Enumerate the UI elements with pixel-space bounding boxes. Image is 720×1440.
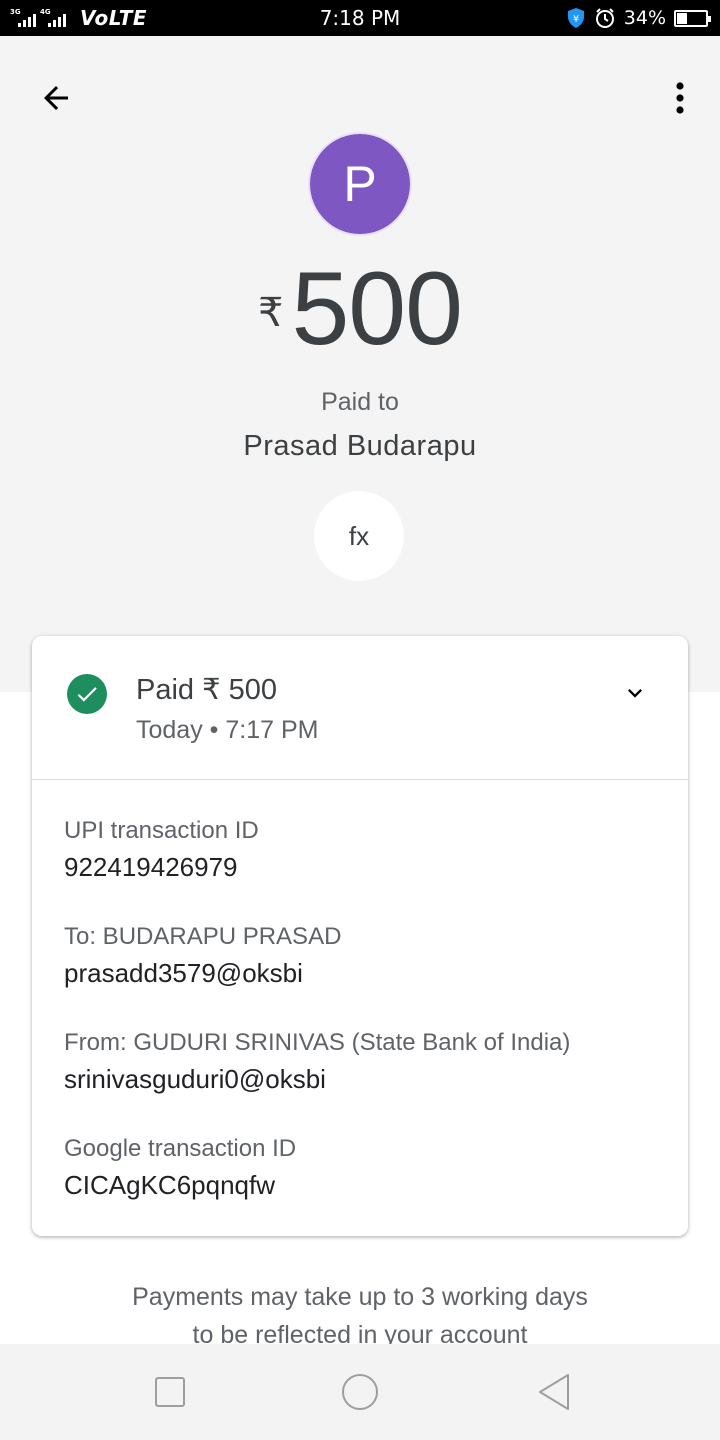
currency-symbol: ₹ (258, 291, 284, 335)
sender-detail: From: GUDURI SRINIVAS (State Bank of Ind… (64, 1028, 570, 1096)
status-right: ¥ 34% (566, 0, 711, 36)
more-options-button[interactable] (662, 72, 698, 124)
upi-transaction-id: UPI transaction ID 922419426979 (64, 816, 259, 884)
battery-percent: 34% (623, 7, 666, 29)
detail-value[interactable]: prasadd3579@oksbi (64, 956, 341, 990)
navigation-bar (0, 1344, 720, 1440)
paid-to-label: Paid to (321, 388, 399, 416)
paid-title: Paid ₹ 500 (136, 674, 277, 706)
arrow-back-icon (44, 86, 68, 110)
back-button[interactable] (30, 72, 82, 124)
detail-label: Google transaction ID (64, 1135, 297, 1162)
paid-time: Today • 7:17 PM (136, 716, 319, 744)
detail-label: From: GUDURI SRINIVAS (State Bank of Ind… (64, 1029, 571, 1056)
battery-icon (674, 9, 711, 27)
detail-value[interactable]: CICAgKC6pqnqfw (64, 1168, 296, 1202)
amount-value: 500 (291, 251, 463, 367)
recents-button[interactable] (142, 1364, 198, 1420)
nav-back-button[interactable] (526, 1364, 582, 1420)
square-icon (155, 1377, 185, 1407)
status-bar: 3G 4G VoLTE 7:18 PM ¥ 34% (0, 0, 720, 36)
avatar[interactable]: P (310, 134, 410, 234)
google-transaction-id: Google transaction ID CICAgKC6pqnqfw (64, 1134, 296, 1202)
recipient-detail: To: BUDARAPU PRASAD prasadd3579@oksbi (64, 922, 341, 990)
svg-text:¥: ¥ (573, 14, 579, 25)
payee-name: Prasad Budarapu (243, 430, 477, 462)
detail-value[interactable]: srinivasguduri0@oksbi (64, 1062, 570, 1096)
processing-note: Payments may take up to 3 working days t… (0, 1278, 720, 1354)
amount: ₹500 (0, 254, 720, 364)
note-line-1: Payments may take up to 3 working days (132, 1283, 588, 1311)
shield-icon: ¥ (567, 8, 584, 28)
chevron-down-icon (628, 689, 642, 698)
circle-icon (342, 1374, 378, 1410)
detail-label: UPI transaction ID (64, 817, 259, 844)
more-vert-icon (676, 82, 684, 114)
check-circle-icon (67, 674, 107, 714)
fx-button[interactable]: fx (314, 491, 404, 581)
home-button[interactable] (332, 1364, 388, 1420)
transaction-summary[interactable]: Paid ₹ 500 Today • 7:17 PM (32, 636, 688, 780)
transaction-card: Paid ₹ 500 Today • 7:17 PM UPI transacti… (32, 636, 688, 1236)
alarm-icon (595, 8, 614, 28)
triangle-back-icon (539, 1374, 569, 1410)
payment-header: P ₹500 Paid to Prasad Budarapu fx (0, 36, 720, 692)
detail-value[interactable]: 922419426979 (64, 850, 259, 884)
expand-button[interactable] (620, 678, 650, 708)
detail-label: To: BUDARAPU PRASAD (64, 923, 342, 950)
